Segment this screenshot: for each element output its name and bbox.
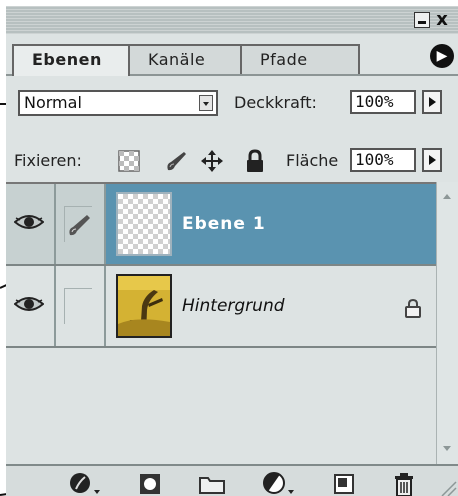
brush-icon	[69, 215, 90, 236]
layer-thumbnail-photo	[116, 274, 172, 338]
lock-pixels-icon[interactable]	[164, 150, 188, 172]
palette-menu-icon[interactable]: ▶	[430, 44, 454, 68]
opacity-slider-button[interactable]	[422, 90, 442, 114]
delete-layer-icon[interactable]	[392, 472, 416, 496]
link-slot	[64, 288, 92, 324]
blend-mode-select[interactable]: Normal	[18, 90, 218, 116]
new-group-icon[interactable]	[198, 472, 226, 496]
tab-kanale[interactable]: Kanäle	[128, 44, 242, 74]
layer-style-icon[interactable]	[68, 472, 102, 496]
resize-grip-icon[interactable]	[436, 468, 458, 496]
lock-fill-row: Fixieren: Fläche 100%	[6, 142, 458, 178]
layer-name-ebene-1[interactable]: Ebene 1	[182, 212, 266, 236]
opacity-label: Deckkraft:	[234, 93, 317, 112]
fill-input[interactable]: 100%	[350, 148, 416, 172]
link-toggle[interactable]	[56, 266, 106, 346]
layer-name-hintergrund[interactable]: Hintergrund	[182, 294, 285, 318]
link-brush-toggle[interactable]	[56, 184, 106, 264]
scroll-down-icon[interactable]	[439, 440, 455, 456]
tab-ebenen[interactable]: Ebenen	[12, 44, 130, 76]
minimize-icon[interactable]	[414, 12, 430, 28]
adjustment-layer-icon[interactable]	[262, 472, 296, 496]
visibility-toggle[interactable]	[6, 184, 56, 264]
lock-transparency-icon[interactable]	[118, 150, 140, 172]
eye-icon[interactable]	[14, 294, 44, 314]
tab-pfade[interactable]: Pfade	[240, 44, 360, 74]
layers-scrollbar[interactable]	[436, 182, 458, 464]
lock-position-icon[interactable]	[200, 149, 224, 173]
fill-slider-button[interactable]	[422, 148, 442, 172]
layer-lock-icon	[405, 298, 421, 318]
layers-panel: x Ebenen Kanäle Pfade ▶ Normal Deckkraft…	[6, 6, 458, 496]
chevron-down-icon[interactable]	[199, 95, 213, 111]
layers-toolbar	[6, 464, 458, 496]
brush-slot	[64, 206, 92, 242]
layer-thumbnail-transparent	[116, 192, 172, 256]
layer-row-hintergrund[interactable]: Hintergrund	[6, 266, 436, 348]
fill-label: Fläche	[286, 151, 339, 170]
palette-tabs: Ebenen Kanäle Pfade ▶	[6, 34, 458, 76]
eye-icon[interactable]	[14, 212, 44, 232]
scroll-up-icon[interactable]	[439, 186, 455, 202]
lock-all-icon[interactable]	[244, 149, 266, 173]
new-layer-icon[interactable]	[332, 472, 356, 496]
photo-image	[118, 276, 170, 336]
layers-list: Ebene 1 Hintergrund	[6, 182, 436, 464]
close-button[interactable]: x	[434, 11, 450, 29]
blend-opacity-row: Normal Deckkraft: 100%	[6, 84, 458, 120]
palette-title-bar[interactable]: x	[6, 6, 458, 34]
add-mask-icon[interactable]	[138, 472, 162, 496]
layer-row-ebene-1[interactable]: Ebene 1	[6, 184, 436, 266]
visibility-toggle[interactable]	[6, 266, 56, 346]
lock-label: Fixieren:	[14, 151, 82, 170]
blend-mode-value: Normal	[24, 93, 82, 112]
opacity-input[interactable]: 100%	[350, 90, 416, 114]
